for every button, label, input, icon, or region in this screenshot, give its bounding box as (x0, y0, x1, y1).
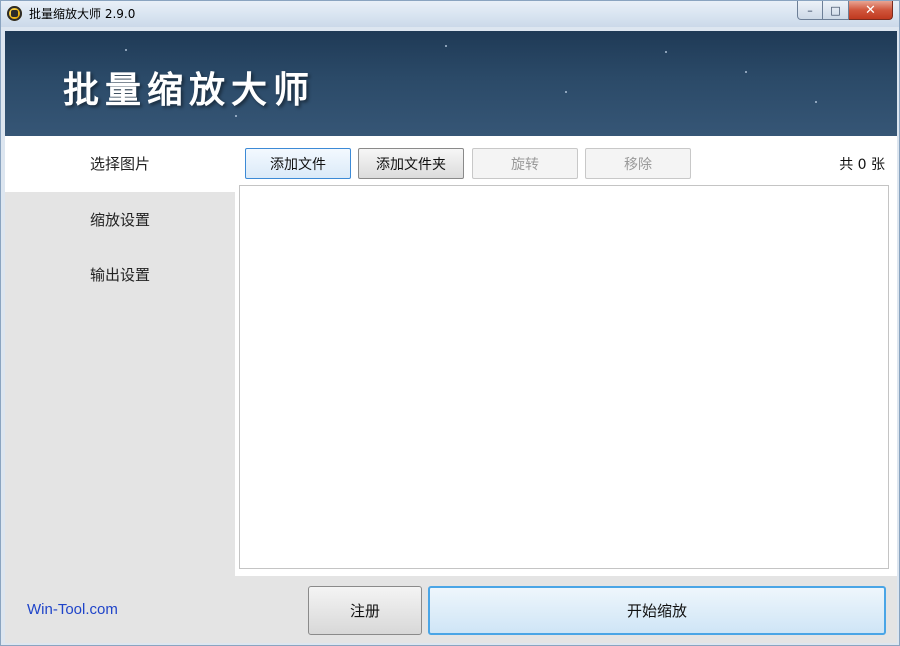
minimize-button[interactable]: – (797, 1, 823, 20)
star-decoration (565, 91, 567, 93)
star-decoration (125, 49, 127, 51)
header-banner: 批量缩放大师 (5, 31, 897, 136)
window-controls: – □ ✕ (797, 1, 893, 21)
banner-title: 批量缩放大师 (63, 69, 316, 111)
window-title: 批量缩放大师 2.9.0 (29, 7, 136, 21)
sidebar-item-output-settings[interactable]: 输出设置 (5, 247, 235, 303)
star-decoration (745, 71, 747, 73)
star-decoration (665, 51, 667, 53)
add-folder-button[interactable]: 添加文件夹 (358, 148, 464, 179)
sidebar-item-label: 输出设置 (89, 266, 150, 284)
close-button[interactable]: ✕ (849, 1, 893, 20)
sidebar-item-select-images[interactable]: 选择图片 (5, 136, 235, 192)
sidebar: 选择图片 缩放设置 输出设置 (5, 136, 235, 576)
add-file-button[interactable]: 添加文件 (245, 148, 351, 179)
maximize-icon: □ (830, 3, 841, 17)
title-bar[interactable]: 批量缩放大师 2.9.0 – □ ✕ (1, 1, 899, 27)
app-logo-icon (7, 6, 22, 21)
website-link[interactable]: Win-Tool.com (27, 601, 118, 618)
maximize-button[interactable]: □ (823, 1, 849, 20)
star-decoration (445, 45, 447, 47)
close-icon: ✕ (865, 2, 876, 18)
rotate-button: 旋转 (472, 148, 578, 179)
star-decoration (815, 101, 817, 103)
sidebar-item-label: 缩放设置 (89, 211, 150, 229)
file-list[interactable] (239, 185, 889, 569)
register-button[interactable]: 注册 (308, 586, 422, 635)
sidebar-item-label: 选择图片 (89, 155, 150, 173)
image-count: 共 0 张 (839, 157, 885, 173)
minimize-icon: – (807, 3, 813, 17)
remove-button: 移除 (585, 148, 691, 179)
app-window: 批量缩放大师 2.9.0 – □ ✕ 批量缩放大师 选择图片 缩放设置 输出设置… (0, 0, 900, 646)
star-decoration (235, 115, 237, 117)
start-resize-button[interactable]: 开始缩放 (428, 586, 886, 635)
sidebar-item-resize-settings[interactable]: 缩放设置 (5, 192, 235, 248)
